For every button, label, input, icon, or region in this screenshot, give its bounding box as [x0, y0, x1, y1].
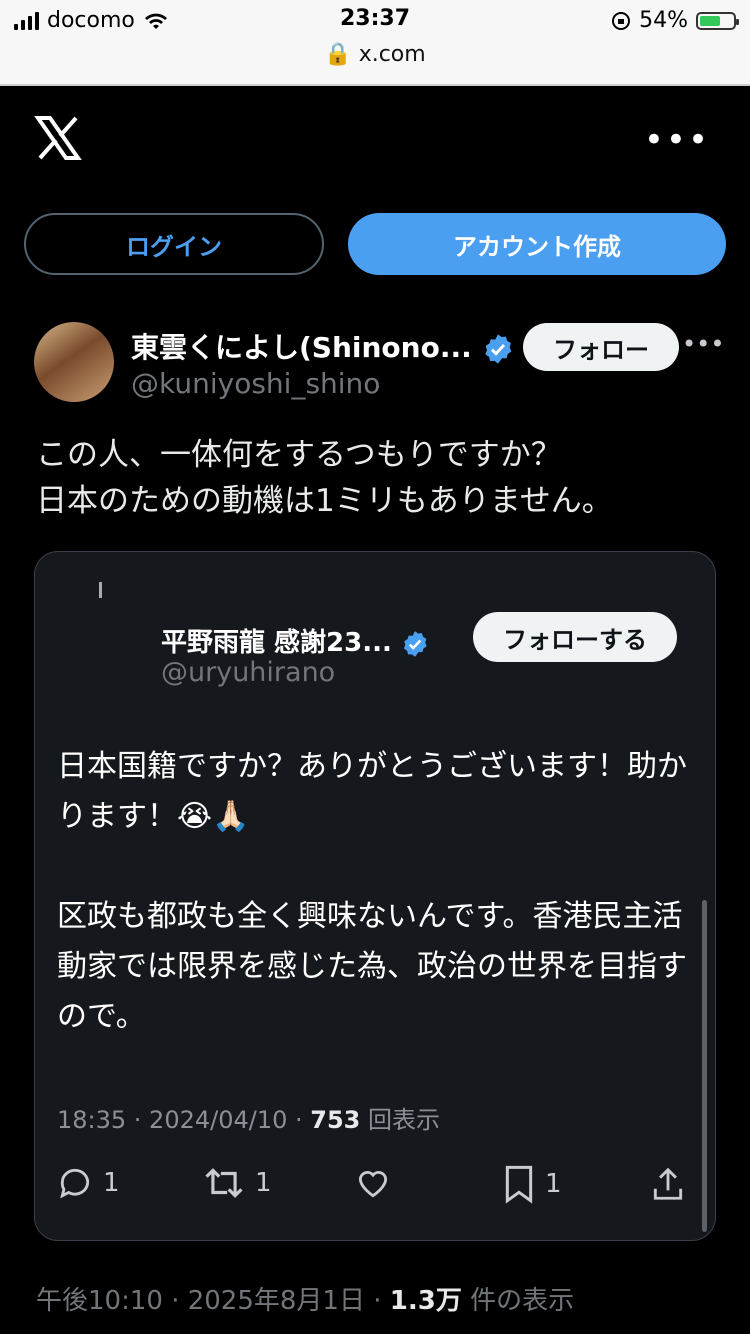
tweet-text: この人、一体何をするつもりですか？ 日本のための動機は1ミリもありません。 [36, 432, 716, 524]
quote-timestamp: 18:35 · 2024/04/10 · [57, 1106, 311, 1134]
quoted-tweet-card[interactable]: 平野雨龍 感謝23... @uryuhirano フォローする 日本国籍ですか？… [34, 551, 716, 1241]
x-logo-icon[interactable] [34, 114, 82, 162]
reply-count: 1 [103, 1168, 120, 1198]
thread-line [99, 582, 102, 598]
divider [0, 84, 750, 86]
quote-author-name[interactable]: 平野雨龍 感謝23... [161, 622, 429, 659]
quote-text: 日本国籍ですか？ありがとうございます！助かります！😭🙏🏻 区政も都政も全く興味な… [57, 742, 697, 1042]
share-icon [653, 1167, 683, 1200]
tweet-text-line: 日本のための動機は1ミリもありません。 [36, 483, 613, 519]
battery-percent: 54% [639, 8, 688, 33]
status-right: 54% [611, 8, 739, 33]
scrollbar[interactable] [702, 900, 707, 1232]
quote-follow-button[interactable]: フォローする [473, 612, 677, 662]
retweet-count: 1 [255, 1168, 272, 1198]
verified-badge-icon [403, 630, 427, 657]
url-bar[interactable]: 🔒 x.com [0, 42, 750, 67]
retweet-icon [205, 1168, 243, 1198]
reply-icon [60, 1168, 90, 1199]
tweet-text-line: この人、一体何をするつもりですか？ [36, 437, 562, 473]
tweet-timestamp: 午後10:10 · 2025年8月1日 · [36, 1286, 390, 1316]
author-handle[interactable]: @kuniyoshi_shino [131, 367, 380, 400]
bookmark-icon [505, 1165, 533, 1204]
status-bar: docomo 23:37 54% 🔒 x.com [0, 0, 750, 86]
heart-icon [358, 1171, 388, 1198]
verified-badge-icon [484, 334, 511, 364]
battery-icon [696, 11, 739, 30]
share-button[interactable] [649, 1164, 687, 1204]
reply-button[interactable]: 1 [55, 1164, 120, 1202]
avatar[interactable] [34, 322, 114, 402]
url-text: x.com [358, 42, 426, 67]
like-button[interactable] [353, 1164, 393, 1202]
tweet-more-icon[interactable]: ••• [682, 330, 724, 358]
quote-author-name-text: 平野雨龍 感謝23... [161, 628, 392, 658]
follow-button[interactable]: フォロー [523, 323, 679, 371]
author-name-text: 東雲くによし(Shinono... [131, 331, 472, 364]
create-account-button[interactable]: アカウント作成 [348, 213, 726, 275]
tweet-view-count: 1.3万 [389, 1286, 462, 1316]
quote-paragraph: 区政も都政も全く興味ないんです。香港民主活動家では限界を感じた為、政治の世界を目… [57, 899, 687, 1034]
login-button[interactable]: ログイン [24, 213, 324, 275]
bookmark-count: 1 [545, 1169, 562, 1199]
bookmark-button[interactable]: 1 [501, 1164, 562, 1204]
quote-meta: 18:35 · 2024/04/10 · 753 回表示 [57, 1100, 440, 1135]
quote-view-label: 回表示 [360, 1106, 441, 1134]
quote-author-handle[interactable]: @uryuhirano [161, 657, 335, 688]
quote-view-count: 753 [310, 1106, 361, 1134]
more-options-icon[interactable]: ••• [644, 120, 710, 160]
action-bar: 1 1 1 [35, 1164, 715, 1214]
tweet-meta: 午後10:10 · 2025年8月1日 · 1.3万 件の表示 [36, 1280, 574, 1317]
lock-icon: 🔒 [324, 42, 352, 67]
author-name[interactable]: 東雲くによし(Shinono... [131, 326, 514, 366]
retweet-button[interactable]: 1 [201, 1164, 272, 1202]
rotation-lock-icon [612, 11, 631, 30]
quote-paragraph: 日本国籍ですか？ありがとうございます！助かります！😭🙏🏻 [57, 749, 687, 834]
tweet-view-label: 件の表示 [461, 1286, 575, 1316]
